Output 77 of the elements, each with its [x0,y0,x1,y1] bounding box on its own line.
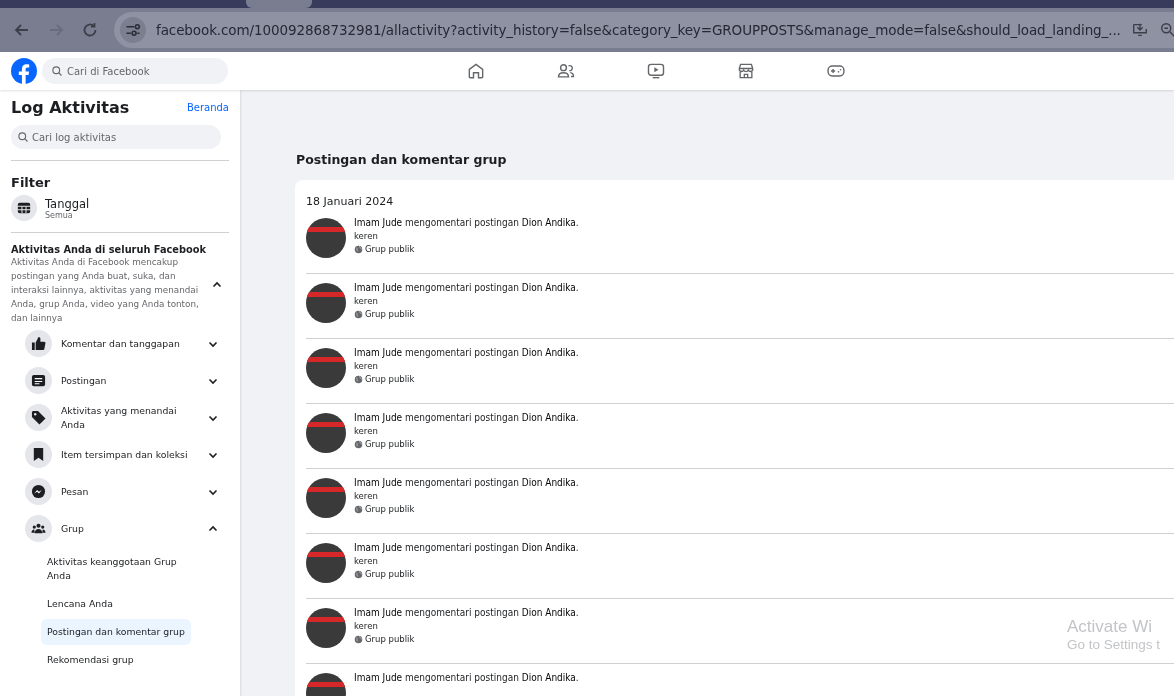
tag-icon [25,404,52,431]
activity-search-field[interactable]: Cari log aktivitas [11,125,221,149]
date-filter[interactable]: Tanggal Semua [11,195,229,221]
audience-label: Grup publik [365,634,415,644]
messenger-icon [25,478,52,505]
search-icon [17,131,29,143]
audience-label: Grup publik [365,244,415,254]
comment-text: keren [354,361,379,371]
comment-text: keren [354,556,379,566]
comment-text: keren [354,231,379,241]
subcategory-item[interactable]: Lencana Anda [41,591,119,617]
globe-icon [354,569,363,579]
url-text: facebook.com/100092868732981/allactivity?activity_history=false&category_key=GROUPPOSTS&manage_mode=false&should_load_landing_... [156,22,1121,38]
comment-text: keren [354,491,379,501]
section-heading: Postingan dan komentar grup [296,152,508,167]
audience-label: Grup publik [365,374,415,384]
subcategory-item[interactable]: Rekomendasi grup [41,647,140,673]
post-thumbnail[interactable] [306,478,346,518]
post-thumbnail[interactable] [306,608,346,648]
search-field[interactable]: Cari di Facebook [42,58,228,84]
install-app-icon[interactable] [1130,21,1149,39]
zoom-icon[interactable] [1158,21,1174,39]
search-icon [51,65,63,77]
calendar-icon [11,195,37,221]
activity-text[interactable]: Imam Jude mengomentari postingan Dion Andika. [354,477,579,488]
post-thumbnail[interactable] [306,543,346,583]
activity-text[interactable]: Imam Jude mengomentari postingan Dion Andika. [354,672,579,683]
comment-text: keren [354,426,379,436]
globe-icon [354,634,363,644]
audience-label: Grup publik [365,504,415,514]
category-item[interactable]: Postingan [11,362,229,399]
friends-icon[interactable] [556,61,576,81]
activation-notice-text: Go to Settings t [1067,637,1161,652]
activity-text[interactable]: Imam Jude mengomentari postingan Dion Andika. [354,542,579,553]
activation-notice-title: Activate Wi [1067,617,1154,637]
like-icon [25,330,52,357]
activity-text[interactable]: Imam Jude mengomentari postingan Dion Andika. [354,412,579,423]
audience-label: Grup publik [365,569,415,579]
bookmark-icon [25,441,52,468]
activity-text[interactable]: Imam Jude mengomentari postingan Dion Andika. [354,217,579,228]
post-thumbnail[interactable] [306,218,346,258]
home-link[interactable]: Beranda [186,102,229,113]
audience-label: Grup publik [365,439,415,449]
subcategory-item[interactable]: Aktivitas keanggotaan Grup Anda [41,549,207,589]
globe-icon [354,309,363,319]
post-icon [25,367,52,394]
page-title: Log Aktivitas [11,98,130,117]
group-icon [25,515,52,542]
facebook-logo-icon[interactable] [11,58,37,84]
comment-text: keren [354,621,379,631]
globe-icon [354,439,363,449]
category-item[interactable]: Item tersimpan dan koleksi [11,436,229,473]
home-icon[interactable] [466,61,486,81]
comment-text: keren [354,296,379,306]
category-item[interactable]: Aktivitas yang menandai Anda [11,399,229,436]
audience-label: Grup publik [365,309,415,319]
globe-icon [354,374,363,384]
activity-text[interactable]: Imam Jude mengomentari postingan Dion Andika. [354,282,579,293]
section-title: Aktivitas Anda di seluruh Facebook [11,244,207,255]
address-bar[interactable]: facebook.com/100092868732981/allactivity?activity_history=false&category_key=GROUPPOSTS&manage_mode=false&should_load_landing_... [114,12,1174,48]
post-thumbnail[interactable] [306,283,346,323]
post-thumbnail[interactable] [306,348,346,388]
globe-icon [354,244,363,254]
category-item[interactable]: Komentar dan tanggapan [11,325,229,362]
section-description: Aktivitas Anda di Facebook mencakup postingan yang Anda buat, suka, dan interaksi lainnya, aktivitas yang menandai Anda, grup Anda, video yang Anda tonton, dan lainnya [11,256,200,325]
filter-heading: Filter [11,175,52,190]
globe-icon [354,504,363,514]
activity-text[interactable]: Imam Jude mengomentari postingan Dion Andika. [354,607,579,618]
activity-text[interactable]: Imam Jude mengomentari postingan Dion Andika. [354,347,579,358]
marketplace-icon[interactable] [736,61,756,81]
video-icon[interactable] [646,61,666,81]
site-settings-icon[interactable] [120,17,146,43]
post-thumbnail[interactable] [306,413,346,453]
date-heading: 18 Januari 2024 [306,195,394,208]
subcategory-item[interactable]: Postingan dan komentar grup [41,619,191,645]
category-item[interactable]: Grup [11,510,229,547]
category-item[interactable]: Pesan [11,473,229,510]
